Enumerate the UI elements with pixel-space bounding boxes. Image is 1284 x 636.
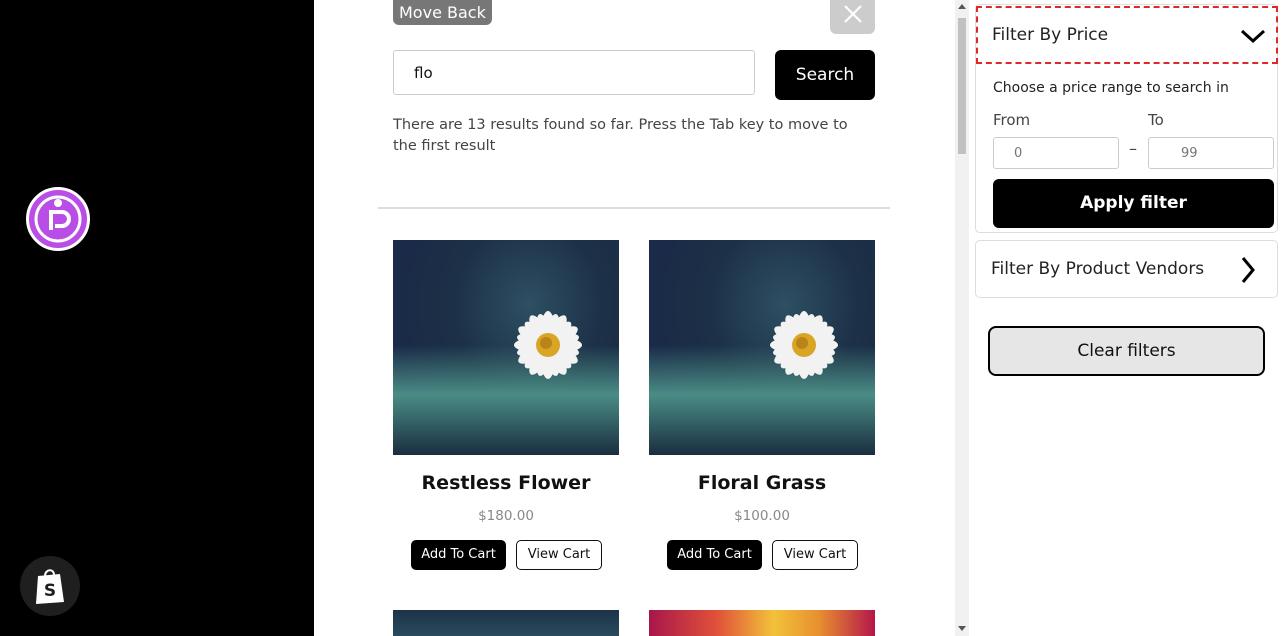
to-label: To bbox=[1148, 111, 1164, 129]
left-panel: S bbox=[0, 0, 314, 636]
svg-text:S: S bbox=[44, 581, 56, 601]
price-to-input[interactable] bbox=[1148, 137, 1274, 169]
filter-by-vendors-label: Filter By Product Vendors bbox=[991, 259, 1205, 279]
brand-logo-icon[interactable] bbox=[26, 187, 90, 251]
shopify-bag-icon[interactable]: S bbox=[20, 556, 80, 616]
product-title[interactable]: Restless Flower bbox=[393, 471, 619, 495]
filter-by-price-label: Filter By Price bbox=[992, 25, 1109, 45]
clear-filters-button[interactable]: Clear filters bbox=[988, 326, 1265, 376]
divider bbox=[378, 207, 890, 209]
move-back-button[interactable]: Move Back bbox=[393, 0, 492, 25]
product-image[interactable] bbox=[393, 240, 619, 455]
search-input[interactable] bbox=[393, 50, 755, 95]
daisy-image bbox=[514, 311, 582, 379]
search-button[interactable]: Search bbox=[775, 50, 875, 100]
chevron-down-icon bbox=[1240, 29, 1266, 44]
scroll-up-icon[interactable] bbox=[958, 4, 966, 9]
add-to-cart-button[interactable]: Add To Cart bbox=[667, 540, 762, 570]
filter-by-vendors-toggle[interactable]: Filter By Product Vendors bbox=[975, 240, 1278, 298]
results-status: There are 13 results found so far. Press… bbox=[393, 117, 848, 154]
view-cart-button[interactable]: View Cart bbox=[772, 540, 858, 570]
product-title[interactable]: Floral Grass bbox=[649, 471, 875, 495]
close-icon bbox=[844, 5, 862, 23]
product-image[interactable] bbox=[393, 610, 619, 636]
from-label: From bbox=[993, 111, 1031, 129]
apply-filter-button[interactable]: Apply filter bbox=[993, 179, 1274, 228]
product-image[interactable] bbox=[649, 240, 875, 455]
filter-sidebar: Choose a price range to search in From T… bbox=[969, 0, 1284, 636]
product-image[interactable] bbox=[649, 610, 875, 636]
chevron-right-icon bbox=[1241, 257, 1255, 283]
daisy-image bbox=[770, 311, 838, 379]
scrollbar[interactable] bbox=[955, 0, 969, 636]
price-help-text: Choose a price range to search in bbox=[993, 80, 1229, 96]
close-button[interactable] bbox=[830, 0, 875, 34]
search-results-area: Move Back Search There are 13 results fo… bbox=[314, 0, 955, 636]
filter-by-price-toggle[interactable]: Filter By Price bbox=[976, 6, 1278, 64]
scroll-down-icon[interactable] bbox=[958, 626, 966, 631]
product-price: $180.00 bbox=[478, 508, 534, 524]
view-cart-button[interactable]: View Cart bbox=[516, 540, 602, 570]
add-to-cart-button[interactable]: Add To Cart bbox=[411, 540, 506, 570]
product-card: Floral Grass $100.00 Add To Cart View Ca… bbox=[649, 240, 875, 570]
product-price: $100.00 bbox=[734, 508, 790, 524]
range-separator: – bbox=[1129, 139, 1137, 158]
scrollbar-thumb[interactable] bbox=[958, 18, 966, 154]
price-from-input[interactable] bbox=[993, 137, 1119, 169]
product-card: Restless Flower $180.00 Add To Cart View… bbox=[393, 240, 619, 570]
